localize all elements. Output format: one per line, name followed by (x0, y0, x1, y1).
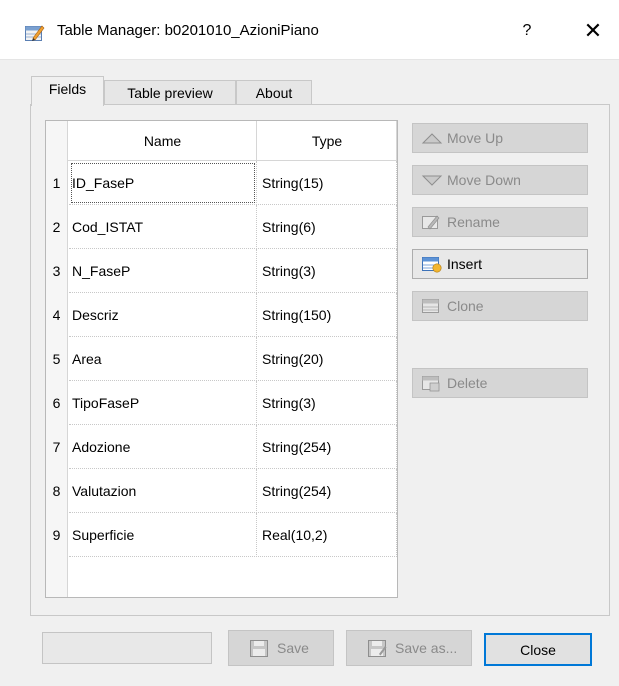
insert-label: Insert (447, 256, 483, 272)
field-name-cell[interactable]: Valutazion (69, 469, 257, 513)
status-field (42, 632, 212, 664)
table-row[interactable]: 8 Valutazion String(254) (46, 469, 397, 513)
table-header: Name Type (46, 121, 397, 161)
close-button[interactable]: Close (484, 633, 592, 666)
delete-button[interactable]: Delete (412, 368, 588, 398)
table-row[interactable]: 7 Adozione String(254) (46, 425, 397, 469)
move-up-icon (421, 133, 443, 144)
insert-button[interactable]: Insert (412, 249, 588, 279)
app-icon (25, 25, 45, 41)
floppy-disk-icon (250, 640, 268, 657)
rename-button[interactable]: Rename (412, 207, 588, 237)
table-row[interactable]: 5 Area String(20) (46, 337, 397, 381)
move-down-button[interactable]: Move Down (412, 165, 588, 195)
save-as-button[interactable]: Save as... (346, 630, 472, 666)
move-up-label: Move Up (447, 130, 504, 146)
table-row[interactable]: 6 TipoFaseP String(3) (46, 381, 397, 425)
title-bar[interactable]: Table Manager: b0201010_AzioniPiano ? ✕ (0, 0, 619, 60)
field-name-cell[interactable]: Superficie (69, 513, 257, 557)
save-button[interactable]: Save (228, 630, 334, 666)
header-corner[interactable] (46, 121, 68, 161)
field-name-cell[interactable]: ID_FaseP (69, 161, 257, 205)
field-name-cell[interactable]: Adozione (69, 425, 257, 469)
tab-table-preview[interactable]: Table preview (104, 80, 236, 106)
column-header-name[interactable]: Name (69, 121, 257, 161)
field-type-cell[interactable]: String(254) (258, 469, 397, 513)
field-type-cell[interactable]: String(3) (258, 249, 397, 293)
table-row[interactable]: 1 ID_FaseP String(15) (46, 161, 397, 205)
table-row[interactable]: 3 N_FaseP String(3) (46, 249, 397, 293)
field-type-cell[interactable]: String(20) (258, 337, 397, 381)
clone-icon (422, 299, 439, 313)
rename-label: Rename (447, 214, 500, 230)
insert-icon (422, 257, 442, 273)
field-name-cell[interactable]: Cod_ISTAT (69, 205, 257, 249)
row-index[interactable]: 7 (46, 425, 68, 469)
floppy-disk-save-as-icon (368, 640, 387, 657)
field-name-cell[interactable]: TipoFaseP (69, 381, 257, 425)
window-title: Table Manager: b0201010_AzioniPiano (57, 22, 319, 39)
row-index[interactable]: 1 (46, 161, 68, 205)
row-index[interactable]: 6 (46, 381, 68, 425)
row-index[interactable]: 8 (46, 469, 68, 513)
tab-about[interactable]: About (236, 80, 312, 106)
column-header-type[interactable]: Type (258, 121, 397, 161)
save-label: Save (277, 640, 309, 656)
field-name-cell[interactable]: Area (69, 337, 257, 381)
row-index-filler (46, 557, 68, 597)
field-type-cell[interactable]: String(254) (258, 425, 397, 469)
move-down-icon (421, 175, 443, 186)
field-type-cell[interactable]: String(15) (258, 161, 397, 205)
table-row[interactable]: 9 Superficie Real(10,2) (46, 513, 397, 557)
clone-label: Clone (447, 298, 484, 314)
row-index[interactable]: 3 (46, 249, 68, 293)
row-index[interactable]: 2 (46, 205, 68, 249)
tab-fields[interactable]: Fields (31, 76, 104, 106)
field-name-cell[interactable]: Descriz (69, 293, 257, 337)
table-row[interactable]: 2 Cod_ISTAT String(6) (46, 205, 397, 249)
delete-label: Delete (447, 375, 488, 391)
save-as-label: Save as... (395, 640, 458, 656)
field-type-cell[interactable]: Real(10,2) (258, 513, 397, 557)
rename-icon (422, 215, 440, 230)
field-type-cell[interactable]: String(6) (258, 205, 397, 249)
delete-icon (422, 376, 440, 392)
table-row[interactable]: 4 Descriz String(150) (46, 293, 397, 337)
fields-table[interactable]: Name Type 1 ID_FaseP String(15) 2 Cod_IS… (45, 120, 398, 598)
clone-button[interactable]: Clone (412, 291, 588, 321)
window-close-button[interactable]: ✕ (576, 16, 610, 46)
row-index[interactable]: 4 (46, 293, 68, 337)
move-up-button[interactable]: Move Up (412, 123, 588, 153)
move-down-label: Move Down (447, 172, 521, 188)
field-type-cell[interactable]: String(150) (258, 293, 397, 337)
field-type-cell[interactable]: String(3) (258, 381, 397, 425)
row-index[interactable]: 5 (46, 337, 68, 381)
row-index[interactable]: 9 (46, 513, 68, 557)
field-name-cell[interactable]: N_FaseP (69, 249, 257, 293)
help-button[interactable]: ? (512, 16, 542, 46)
